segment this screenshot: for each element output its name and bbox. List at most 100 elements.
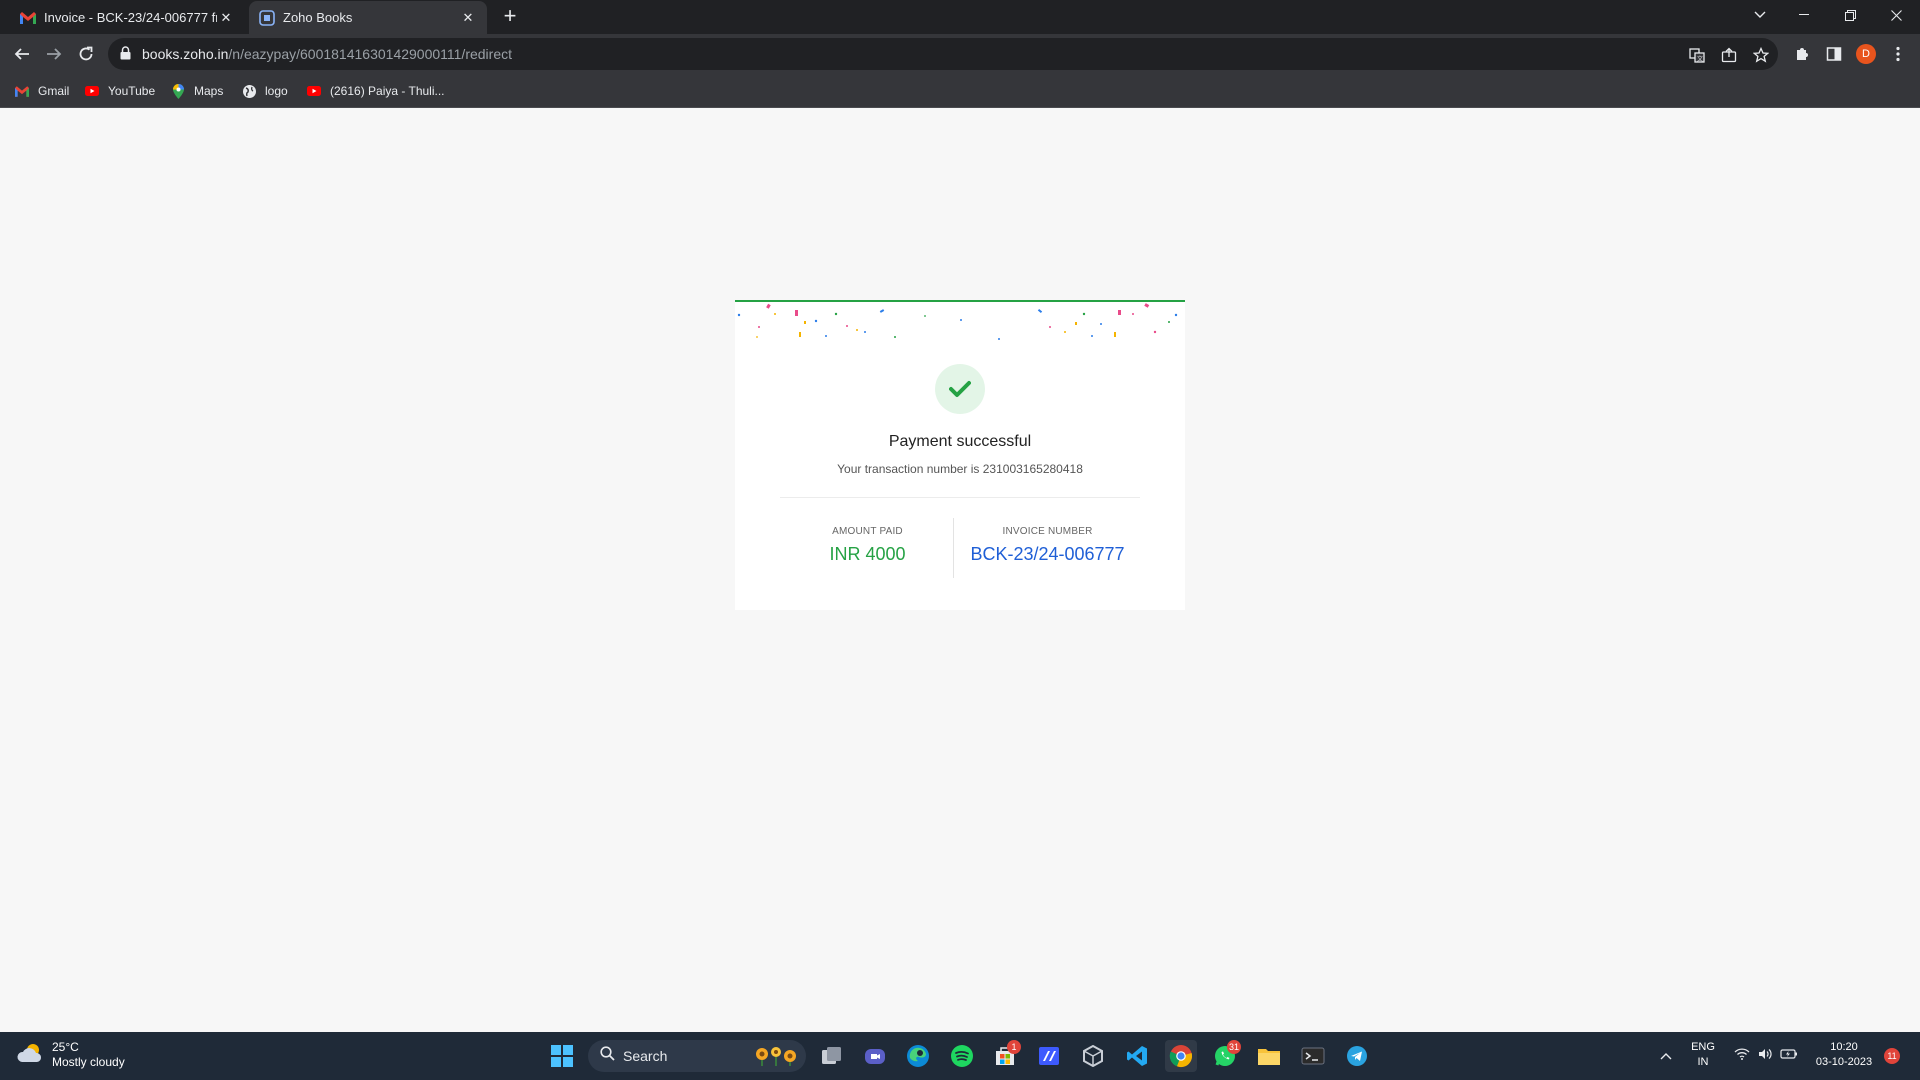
profile-initial: D [1856,44,1876,64]
amount-paid-value: INR 4000 [829,544,906,564]
bookmark-label: Gmail [38,84,70,98]
clock[interactable]: 10:20 03-10-2023 [1806,1040,1882,1070]
tab-label: Zoho Books [283,10,353,25]
whatsapp-badge: 31 [1226,1040,1241,1054]
youtube-icon [84,83,100,99]
system-status-tray[interactable] [1726,1040,1806,1072]
amount-paid-label: AMOUNT PAID [832,526,903,537]
column-separator [953,518,954,578]
gmail-icon [20,10,36,26]
bookmark-gmail[interactable]: Gmail [14,82,69,100]
search-highlight-flowers-icon [752,1042,800,1071]
tab-invoice[interactable]: Invoice - BCK-23/24-006777 fro ✕ [10,1,245,34]
windows-start-icon[interactable] [546,1040,578,1072]
menu-kebab-icon[interactable] [1884,40,1912,68]
close-window-icon[interactable] [1874,0,1918,30]
invoice-number-label: INVOICE NUMBER [1002,526,1093,537]
clock-time: 10:20 [1830,1041,1858,1053]
translate-icon[interactable]: 文 [1686,44,1708,66]
close-icon[interactable]: ✕ [217,9,235,27]
bookmark-label: Maps [194,84,224,98]
search-label: Search [623,1048,668,1064]
task-view-icon[interactable] [816,1040,848,1072]
confetti-decoration [737,303,1178,340]
windows-taskbar: 25°C Mostly cloudy Search 1 31 ENG IN 10… [0,1032,1920,1080]
search-icon [600,1046,615,1066]
svg-text:文: 文 [1697,55,1703,63]
bookmark-youtube[interactable]: YouTube [84,82,155,100]
weather-widget[interactable]: 25°C Mostly cloudy [16,1040,125,1070]
bookmark-logo[interactable]: logo [241,82,288,100]
globe-icon [241,83,257,99]
whatsapp-icon[interactable]: 31 [1209,1040,1241,1072]
teams-chat-icon[interactable] [859,1040,891,1072]
url-host: books.zoho.in [142,46,229,62]
wifi-icon [1734,1047,1750,1065]
notification-count-badge: 11 [1884,1048,1900,1064]
clock-date: 03-10-2023 [1815,1056,1873,1068]
bookmark-youtube-video[interactable]: (2616) Paiya - Thuli... [306,82,445,100]
tab-zoho-books[interactable]: Zoho Books ✕ [249,1,487,34]
invoice-number-section: INVOICE NUMBER BCK-23/24-006777 [955,526,1140,565]
bookmark-maps[interactable]: Maps [170,82,223,100]
lock-icon[interactable] [120,46,131,65]
extensions-puzzle-icon[interactable] [1788,40,1816,68]
back-arrow-icon[interactable] [8,40,36,68]
page-content: Payment successful Your transaction numb… [0,108,1920,1032]
amount-paid-section: AMOUNT PAID INR 4000 [780,526,955,565]
tab-label: Invoice - BCK-23/24-006777 fro [44,10,217,25]
receipt-zigzag-edge [735,602,1185,608]
chrome-icon[interactable] [1165,1040,1197,1072]
battery-charging-icon [1780,1047,1798,1065]
transaction-number-text: Your transaction number is 2310031652804… [837,462,1083,476]
minimize-icon[interactable] [1782,0,1826,30]
payment-status-title: Payment successful [888,433,1032,450]
share-icon[interactable] [1718,44,1740,66]
tab-search-chevron-icon[interactable] [1738,0,1782,30]
unity-icon[interactable] [1077,1040,1109,1072]
payment-receipt-card: Payment successful Your transaction numb… [735,300,1185,610]
side-panel-icon[interactable] [1820,40,1848,68]
show-hidden-icons-chevron-icon[interactable] [1650,1040,1682,1072]
language-code: ENG [1691,1041,1715,1053]
bookmark-label: (2616) Paiya - Thuli... [330,84,445,98]
file-explorer-icon[interactable] [1253,1040,1285,1072]
bookmark-label: logo [265,84,288,98]
cloudy-weather-icon [16,1042,44,1069]
spotify-icon[interactable] [946,1040,978,1072]
forward-arrow-icon[interactable] [40,40,68,68]
profile-avatar[interactable]: D [1852,40,1880,68]
weather-description: Mostly cloudy [52,1055,125,1069]
url-text[interactable]: books.zoho.in/n/eazypay/6001814163014290… [142,46,512,62]
store-badge: 1 [1007,1040,1021,1054]
url-path: /n/eazypay/600181416301429000111/redirec… [228,46,513,62]
bookmark-star-icon[interactable] [1750,44,1772,66]
taskbar-search-box[interactable]: Search [588,1040,806,1072]
zoho-books-icon [259,9,275,26]
input-language-indicator[interactable]: ENG IN [1688,1040,1718,1070]
maps-icon [170,83,186,99]
youtube-icon [306,83,322,99]
reload-icon[interactable] [72,40,100,68]
edge-browser-icon[interactable] [902,1040,934,1072]
gmail-icon [14,83,30,99]
bookmarks-bar: Gmail YouTube Maps logo (2616) Paiya - T… [0,74,1920,108]
restore-icon[interactable] [1828,0,1872,30]
region-code: IN [1697,1056,1709,1068]
microsoft-store-icon[interactable]: 1 [989,1040,1021,1072]
telegram-icon[interactable] [1341,1040,1373,1072]
notepad-app-icon[interactable] [1033,1040,1065,1072]
success-checkmark-icon [935,364,985,414]
weather-temperature: 25°C [52,1040,79,1054]
terminal-icon[interactable] [1297,1040,1329,1072]
invoice-number-link[interactable]: BCK-23/24-006777 [955,544,1140,565]
notification-center-icon[interactable]: 11 [1880,1040,1904,1072]
bookmark-label: YouTube [108,84,156,98]
new-tab-button[interactable]: + [498,5,522,29]
close-icon[interactable]: ✕ [459,9,477,27]
tab-strip: Invoice - BCK-23/24-006777 fro ✕ Zoho Bo… [0,0,1920,34]
vscode-icon[interactable] [1121,1040,1153,1072]
divider [780,497,1140,498]
address-bar[interactable]: books.zoho.in/n/eazypay/6001814163014290… [108,38,1778,70]
browser-toolbar: books.zoho.in/n/eazypay/6001814163014290… [0,34,1920,74]
